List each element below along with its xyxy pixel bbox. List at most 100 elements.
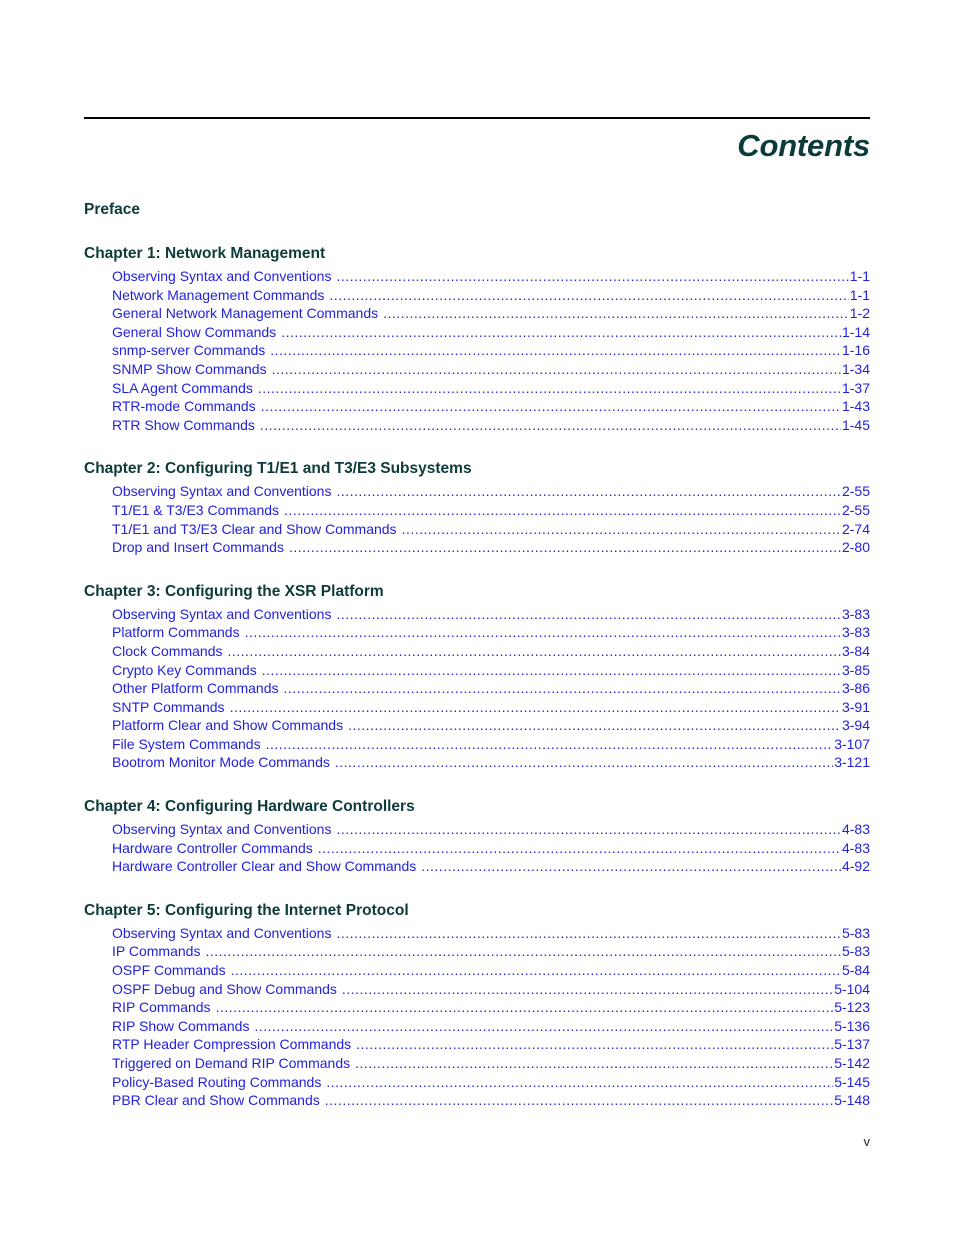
toc-dot-leader	[355, 1054, 833, 1073]
toc-entry-page-number: 2-74	[841, 520, 870, 537]
toc-dot-leader	[272, 360, 841, 379]
chapter-heading[interactable]: Chapter 3: Configuring the XSR Platform	[84, 582, 870, 602]
toc-entry[interactable]: OSPF Debug and Show Commands 5-104	[84, 980, 870, 999]
toc-entry-page-number: 3-83	[841, 624, 870, 641]
toc-entry-label: Observing Syntax and Conventions	[112, 605, 332, 622]
toc-entry[interactable]: Hardware Controller Commands 4-83	[84, 839, 870, 858]
toc-entry-label: Platform Commands	[112, 624, 240, 641]
toc-entry-page-number: 5-145	[834, 1073, 870, 1090]
toc-entry-label: Crypto Key Commands	[112, 661, 257, 678]
toc-entry[interactable]: Network Management Commands 1-1	[84, 286, 870, 305]
toc-dot-leader	[336, 924, 841, 943]
toc-entry[interactable]: RTR Show Commands 1-45	[84, 416, 870, 435]
toc-entry[interactable]: Hardware Controller Clear and Show Comma…	[84, 857, 870, 876]
toc-entry-page-number: 5-148	[834, 1092, 870, 1109]
toc-entry-label: Network Management Commands	[112, 286, 325, 303]
toc-entry[interactable]: RTP Header Compression Commands 5-137	[84, 1035, 870, 1054]
toc-entry[interactable]: General Show Commands 1-14	[84, 323, 870, 342]
toc-entry-page-number: 2-80	[841, 539, 870, 556]
toc-entry-list: Observing Syntax and Conventions1-1Netwo…	[84, 267, 870, 434]
toc-entry-label: RTR-mode Commands	[112, 398, 256, 415]
toc-entry[interactable]: Platform Commands 3-83	[84, 623, 870, 642]
toc-dot-leader	[329, 286, 848, 305]
toc-entry[interactable]: RIP Show Commands 5-136	[84, 1017, 870, 1036]
toc-entry-label: SNTP Commands	[112, 698, 225, 715]
toc-entry-label: OSPF Commands	[112, 962, 226, 979]
toc-dot-leader	[356, 1035, 833, 1054]
toc-entry-page-number: 5-142	[834, 1055, 870, 1071]
toc-entry-label: Platform Clear and Show Commands	[112, 717, 344, 734]
toc-entry[interactable]: SNMP Show Commands 1-34	[84, 360, 870, 379]
toc-entry-label: RTR Show Commands	[112, 416, 255, 433]
toc-entry-list: Observing Syntax and Conventions5-83IP C…	[84, 924, 870, 1110]
toc-dot-leader	[325, 1091, 833, 1110]
toc-entry[interactable]: Bootrom Monitor Mode Commands 3-121	[84, 753, 870, 772]
toc-entry[interactable]: Observing Syntax and Conventions 4-83	[84, 820, 870, 839]
toc-entry[interactable]: SNTP Commands 3-91	[84, 698, 870, 717]
toc-entry-page-number: 3-107	[834, 735, 870, 752]
toc-entry-list: Observing Syntax and Conventions2-55T1/E…	[84, 482, 870, 556]
chapter-heading[interactable]: Chapter 5: Configuring the Internet Prot…	[84, 901, 870, 921]
page-title: Contents	[737, 128, 870, 163]
toc-entry[interactable]: Observing Syntax and Conventions 5-83	[84, 924, 870, 943]
toc-entry-page-number: 5-136	[834, 1017, 870, 1034]
toc-dot-leader	[230, 698, 841, 717]
toc-entry[interactable]: snmp-server Commands 1-16	[84, 341, 870, 360]
chapter-block: Chapter 4: Configuring Hardware Controll…	[84, 797, 870, 876]
toc-entry[interactable]: Platform Clear and Show Commands 3-94	[84, 716, 870, 735]
toc-entry-label: Clock Commands	[112, 642, 223, 659]
toc-entry[interactable]: OSPF Commands 5-84	[84, 961, 870, 980]
toc-dot-leader	[284, 501, 841, 520]
toc-entry-label: snmp-server Commands	[112, 342, 266, 359]
toc-entry-page-number: 5-83	[841, 943, 870, 960]
toc-dot-leader	[289, 538, 841, 557]
toc-entry-page-number: 2-55	[841, 501, 870, 518]
toc-entry[interactable]: Triggered on Demand RIP Commands 5-142	[84, 1054, 870, 1073]
toc-entry[interactable]: Observing Syntax and Conventions 3-83	[84, 605, 870, 624]
toc-entry[interactable]: Crypto Key Commands 3-85	[84, 661, 870, 680]
chapter-heading[interactable]: Chapter 2: Configuring T1/E1 and T3/E3 S…	[84, 459, 870, 479]
toc-entry[interactable]: RTR-mode Commands 1-43	[84, 397, 870, 416]
chapter-heading[interactable]: Chapter 4: Configuring Hardware Controll…	[84, 797, 870, 817]
toc-dot-leader	[254, 1017, 833, 1036]
chapter-block: Chapter 5: Configuring the Internet Prot…	[84, 901, 870, 1110]
toc-entry[interactable]: SLA Agent Commands 1-37	[84, 379, 870, 398]
toc-dot-leader	[281, 323, 841, 342]
toc-entry[interactable]: RIP Commands 5-123	[84, 998, 870, 1017]
chapter-list: Chapter 1: Network Management Observing S…	[84, 244, 870, 1110]
toc-entry-label: File System Commands	[112, 735, 261, 752]
toc-entry[interactable]: General Network Management Commands 1-2	[84, 304, 870, 323]
toc-entry[interactable]: T1/E1 & T3/E3 Commands 2-55	[84, 501, 870, 520]
toc-entry[interactable]: Observing Syntax and Conventions 1-1	[84, 267, 870, 286]
toc-entry[interactable]: File System Commands 3-107	[84, 735, 870, 754]
toc-dot-leader	[383, 304, 849, 323]
toc-entry[interactable]: Clock Commands 3-84	[84, 642, 870, 661]
toc-dot-leader	[262, 661, 841, 680]
toc-entry[interactable]: T1/E1 and T3/E3 Clear and Show Commands 2…	[84, 520, 870, 539]
toc-entry[interactable]: Observing Syntax and Conventions 2-55	[84, 482, 870, 501]
chapter-heading[interactable]: Chapter 1: Network Management	[84, 244, 870, 264]
toc-entry-label: Observing Syntax and Conventions	[112, 483, 332, 500]
table-of-contents: Preface Chapter 1: Network Management Obs…	[84, 200, 870, 1110]
toc-dot-leader	[336, 820, 841, 839]
toc-entry-label: PBR Clear and Show Commands	[112, 1092, 320, 1109]
toc-dot-leader	[205, 942, 841, 961]
toc-entry-label: SLA Agent Commands	[112, 379, 253, 396]
toc-dot-leader	[342, 980, 833, 999]
toc-entry[interactable]: IP Commands 5-83	[84, 942, 870, 961]
toc-dot-leader	[336, 482, 841, 501]
toc-entry[interactable]: PBR Clear and Show Commands 5-148	[84, 1091, 870, 1110]
toc-entry[interactable]: Policy-Based Routing Commands 5-145	[84, 1073, 870, 1092]
preface-heading[interactable]: Preface	[84, 200, 870, 219]
toc-entry-page-number: 4-92	[841, 858, 870, 875]
toc-dot-leader	[227, 642, 840, 661]
toc-entry-page-number: 1-37	[841, 379, 870, 396]
toc-entry-page-number: 5-123	[834, 999, 870, 1016]
toc-entry[interactable]: Drop and Insert Commands 2-80	[84, 538, 870, 557]
toc-dot-leader	[284, 679, 841, 698]
toc-entry-label: RTP Header Compression Commands	[112, 1036, 352, 1053]
toc-entry-page-number: 3-83	[841, 605, 870, 622]
toc-dot-leader	[336, 605, 841, 624]
toc-entry[interactable]: Other Platform Commands 3-86	[84, 679, 870, 698]
toc-entry-page-number: 1-45	[841, 416, 870, 433]
